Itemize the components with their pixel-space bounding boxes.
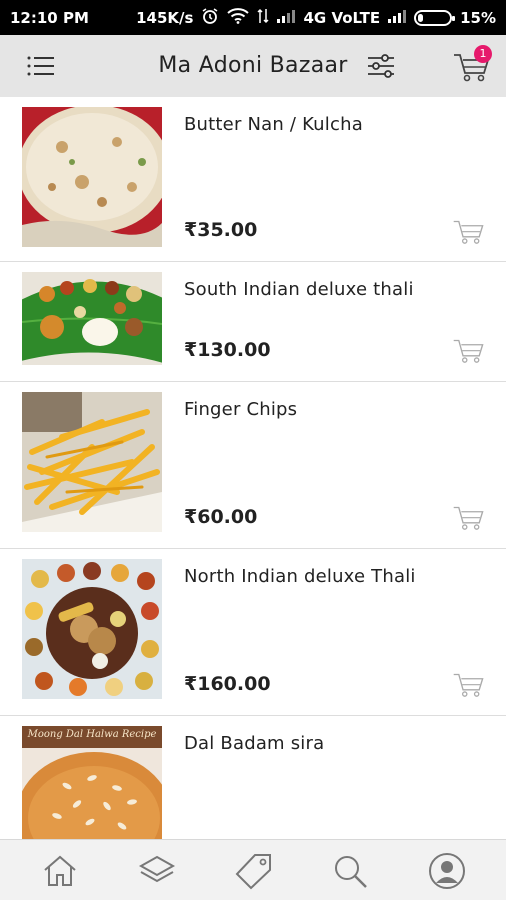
image-caption: Moong Dal Halwa Recipe: [27, 729, 157, 740]
add-to-cart-button[interactable]: [452, 332, 486, 366]
north-indian-thali-photo: [22, 559, 162, 699]
app-title: Ma Adoni Bazaar: [158, 53, 348, 78]
product-name: Dal Badam sira: [184, 733, 325, 754]
network-speed: 145K/s: [136, 8, 194, 27]
network-type: 4G VoLTE: [303, 8, 381, 27]
product-list[interactable]: Butter Nan / Kulcha ₹35.00 South Indian …: [0, 97, 506, 839]
cart-badge: 1: [474, 45, 492, 63]
product-name: Finger Chips: [184, 399, 298, 420]
bottom-nav: [0, 839, 506, 900]
dal-badam-sira-photo: [22, 726, 162, 839]
status-bar: 12:10 PM 145K/s 4G VoLTE 15%: [0, 0, 506, 35]
cart-icon: [453, 506, 484, 530]
product-price: ₹130.00: [184, 339, 271, 361]
status-right: 145K/s 4G VoLTE 15%: [136, 7, 496, 29]
product-item[interactable]: Butter Nan / Kulcha ₹35.00: [0, 97, 506, 262]
filter-icon: [368, 54, 394, 78]
product-image[interactable]: Moong Dal Halwa Recipe: [22, 726, 162, 839]
south-indian-thali-photo: [22, 272, 162, 365]
cart-icon: [453, 673, 484, 697]
cart-button[interactable]: 1: [452, 45, 492, 85]
nav-offers[interactable]: [235, 852, 273, 890]
filter-button[interactable]: [364, 50, 398, 82]
product-item[interactable]: South Indian deluxe thali ₹130.00: [0, 262, 506, 382]
tag-icon: [235, 854, 271, 890]
nav-search[interactable]: [331, 852, 369, 890]
product-price: ₹60.00: [184, 506, 258, 528]
product-image[interactable]: [22, 272, 162, 365]
battery-icon: [414, 9, 456, 26]
product-image[interactable]: [22, 559, 162, 699]
app-bar: Ma Adoni Bazaar 1: [0, 35, 506, 97]
product-price: ₹160.00: [184, 673, 271, 695]
add-to-cart-button[interactable]: [452, 666, 486, 700]
butter-nan-photo: [22, 107, 162, 247]
product-name: North Indian deluxe Thali: [184, 566, 416, 587]
menu-button[interactable]: [24, 51, 58, 81]
product-item[interactable]: North Indian deluxe Thali ₹160.00: [0, 549, 506, 716]
home-icon: [44, 855, 76, 886]
add-to-cart-button[interactable]: [452, 213, 486, 247]
product-image[interactable]: [22, 392, 162, 532]
status-time: 12:10 PM: [10, 8, 89, 27]
menu-icon: [27, 56, 54, 76]
layers-icon: [138, 855, 176, 883]
nav-profile[interactable]: [428, 852, 466, 890]
data-transfer-icon: [257, 8, 269, 28]
add-to-cart-button[interactable]: [452, 499, 486, 533]
signal-icon-sim2: [388, 9, 407, 27]
product-image[interactable]: [22, 107, 162, 247]
cart-icon: [453, 339, 484, 363]
search-icon: [335, 856, 367, 888]
product-item[interactable]: Finger Chips ₹60.00: [0, 382, 506, 549]
nav-home[interactable]: [41, 852, 79, 890]
wifi-icon: [227, 7, 250, 28]
product-price: ₹35.00: [184, 219, 258, 241]
battery-percent: 15%: [460, 8, 496, 27]
alarm-icon: [201, 7, 219, 29]
product-item[interactable]: Moong Dal Halwa Recipe Dal Badam sira: [0, 716, 506, 839]
finger-chips-photo: [22, 392, 162, 532]
signal-icon-sim1: [277, 9, 296, 27]
product-name: Butter Nan / Kulcha: [184, 114, 363, 135]
cart-icon: [453, 220, 484, 244]
nav-categories[interactable]: [138, 852, 176, 890]
profile-icon: [429, 853, 465, 889]
product-name: South Indian deluxe thali: [184, 279, 414, 300]
